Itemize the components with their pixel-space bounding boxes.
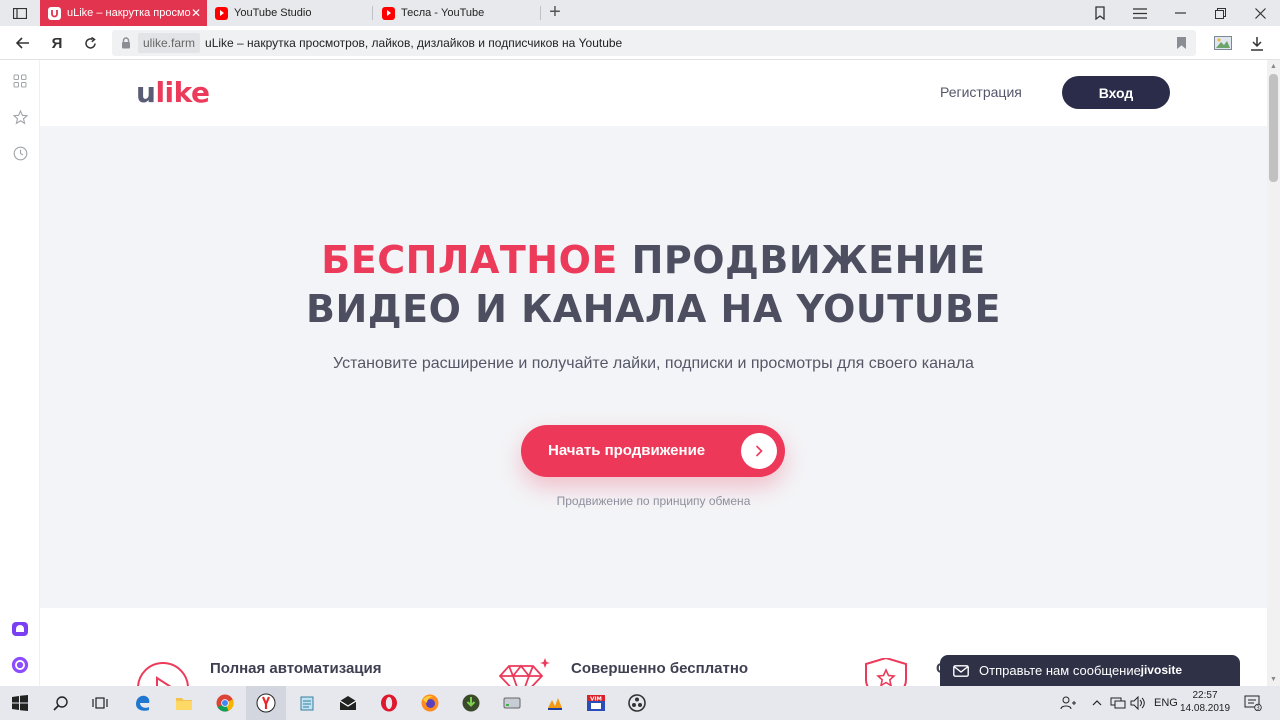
start-button[interactable] bbox=[0, 686, 40, 720]
edge-icon[interactable] bbox=[123, 686, 163, 720]
notepad-icon[interactable] bbox=[287, 686, 327, 720]
scrollbar-thumb[interactable] bbox=[1269, 74, 1278, 182]
yandex-browser-icon[interactable] bbox=[246, 686, 286, 720]
hero-title-line1: ПРОДВИЖЕНИЕ bbox=[617, 238, 986, 282]
mail-icon bbox=[953, 664, 969, 677]
back-button[interactable] bbox=[12, 32, 34, 54]
youtube-favicon-icon bbox=[382, 6, 395, 20]
scroll-down-icon[interactable]: ▼ bbox=[1270, 676, 1277, 683]
tray-chevron-up-icon[interactable] bbox=[1092, 686, 1102, 720]
shield-star-icon bbox=[865, 658, 907, 686]
search-icon[interactable] bbox=[40, 686, 80, 720]
address-field[interactable]: ulike.farm uLike – накрутка просмотров, … bbox=[112, 30, 1196, 56]
opera-icon[interactable] bbox=[369, 686, 409, 720]
drive-icon[interactable] bbox=[492, 686, 532, 720]
tab-divider bbox=[540, 6, 541, 20]
task-view-icon[interactable] bbox=[80, 686, 120, 720]
tab-title: Тесла - YouTube bbox=[401, 7, 485, 19]
web-page: ulike Регистрация Вход БЕСПЛАТНОЕ ПРОДВИ… bbox=[40, 60, 1267, 686]
network-icon[interactable] bbox=[1110, 686, 1126, 720]
download-icon[interactable] bbox=[1246, 32, 1268, 54]
svg-text:VIM: VIM bbox=[590, 696, 602, 702]
chat-brand: jivosite bbox=[1140, 663, 1182, 677]
logo-like: like bbox=[155, 76, 210, 109]
reload-icon bbox=[84, 36, 96, 49]
ulike-favicon-icon bbox=[48, 6, 61, 20]
diamond-icon bbox=[498, 658, 550, 686]
chrome-icon[interactable] bbox=[205, 686, 245, 720]
address-bar-row: Я ulike.farm uLike – накрутка просмотров… bbox=[0, 26, 1280, 60]
minimize-icon[interactable] bbox=[1160, 0, 1200, 26]
file-explorer-icon[interactable] bbox=[164, 686, 204, 720]
site-logo[interactable]: ulike bbox=[136, 76, 210, 109]
page-scrollbar[interactable]: ▲ ▼ bbox=[1267, 60, 1280, 686]
clock-date: 14.08.2019 bbox=[1180, 703, 1231, 714]
feature-title: Совершенно бесплатно bbox=[571, 660, 749, 677]
tab-title: uLike – накрутка просмо bbox=[67, 7, 191, 19]
youtube-favicon-icon bbox=[215, 6, 228, 20]
close-icon[interactable] bbox=[1240, 0, 1280, 26]
winamp-icon[interactable] bbox=[535, 686, 575, 720]
feature-title: Полная автоматизация bbox=[210, 660, 382, 677]
firefox-icon[interactable] bbox=[410, 686, 450, 720]
clock-time: 22:57 bbox=[1192, 690, 1218, 701]
people-icon[interactable] bbox=[1060, 686, 1076, 720]
windows-taskbar: VIM ENG 22:57 14.08.2019 3 bbox=[0, 686, 1280, 720]
notification-count: 3 bbox=[1256, 706, 1260, 711]
arrow-left-icon bbox=[16, 37, 29, 49]
login-button[interactable]: Вход bbox=[1062, 76, 1170, 109]
tab-divider bbox=[372, 6, 373, 20]
scroll-up-icon[interactable]: ▲ bbox=[1270, 63, 1277, 70]
tabs-overview-button[interactable] bbox=[6, 4, 34, 22]
torrent-icon[interactable] bbox=[451, 686, 491, 720]
windows-logo-icon bbox=[12, 695, 28, 711]
history-clock-icon[interactable] bbox=[11, 144, 29, 162]
reload-button[interactable] bbox=[79, 32, 101, 54]
start-promotion-button[interactable]: Начать продвижение bbox=[521, 425, 785, 477]
obs-icon[interactable] bbox=[617, 686, 657, 720]
star-icon[interactable] bbox=[11, 108, 29, 126]
restore-icon[interactable] bbox=[1200, 0, 1240, 26]
site-header: ulike Регистрация Вход bbox=[40, 60, 1267, 126]
play-circle-icon bbox=[137, 662, 189, 686]
mail-app-icon[interactable] bbox=[328, 686, 368, 720]
notification-center-icon[interactable]: 3 bbox=[1244, 686, 1262, 720]
chat-label: Отправьте нам сообщение bbox=[979, 663, 1141, 678]
chevron-right-icon bbox=[741, 433, 777, 469]
cta-note: Продвижение по принципу обмена bbox=[556, 494, 751, 508]
browser-sidebar bbox=[0, 60, 40, 686]
tab-youtube-studio[interactable]: YouTube Studio bbox=[207, 0, 372, 26]
bookmark-icon[interactable] bbox=[1177, 37, 1186, 49]
apps-grid-icon[interactable] bbox=[11, 72, 29, 90]
hero-title: БЕСПЛАТНОЕ ПРОДВИЖЕНИЕ ВИДЕО И КАНАЛА НА… bbox=[40, 236, 1267, 334]
tab-tesla-youtube[interactable]: Тесла - YouTube bbox=[374, 0, 539, 26]
taskbar-clock[interactable]: 22:57 14.08.2019 bbox=[1180, 689, 1230, 715]
browser-tab-bar: uLike – накрутка просмо ✕ YouTube Studio… bbox=[0, 0, 1280, 26]
logo-u: u bbox=[136, 76, 156, 109]
register-link[interactable]: Регистрация bbox=[940, 84, 1022, 100]
url-page-title: uLike – накрутка просмотров, лайков, диз… bbox=[205, 36, 623, 50]
volume-icon[interactable] bbox=[1130, 686, 1146, 720]
hero-title-accent: БЕСПЛАТНОЕ bbox=[321, 238, 618, 282]
cta-label: Начать продвижение bbox=[548, 442, 706, 459]
language-indicator[interactable]: ENG bbox=[1154, 686, 1178, 720]
lock-icon bbox=[122, 37, 130, 49]
alice-icon[interactable] bbox=[11, 656, 29, 674]
new-tab-button[interactable]: + bbox=[545, 2, 565, 22]
yandex-button[interactable]: Я bbox=[46, 32, 68, 54]
tab-ulike[interactable]: uLike – накрутка просмо ✕ bbox=[40, 0, 207, 26]
chat-widget[interactable]: Отправьте нам сообщение jivosite bbox=[940, 655, 1240, 686]
image-icon[interactable] bbox=[1212, 32, 1234, 54]
menu-icon[interactable] bbox=[1120, 0, 1160, 26]
messenger-icon[interactable] bbox=[11, 620, 29, 638]
hero-title-line2: ВИДЕО И КАНАЛА НА YOUTUBE bbox=[306, 287, 1001, 331]
tabs-icon bbox=[13, 7, 27, 19]
vim-icon[interactable]: VIM bbox=[576, 686, 616, 720]
hero-subtitle: Установите расширение и получайте лайки,… bbox=[333, 355, 974, 372]
tab-close-icon[interactable]: ✕ bbox=[191, 6, 201, 20]
tab-title: YouTube Studio bbox=[234, 7, 312, 19]
bookmarks-icon[interactable] bbox=[1080, 0, 1120, 26]
url-domain: ulike.farm bbox=[138, 33, 201, 53]
